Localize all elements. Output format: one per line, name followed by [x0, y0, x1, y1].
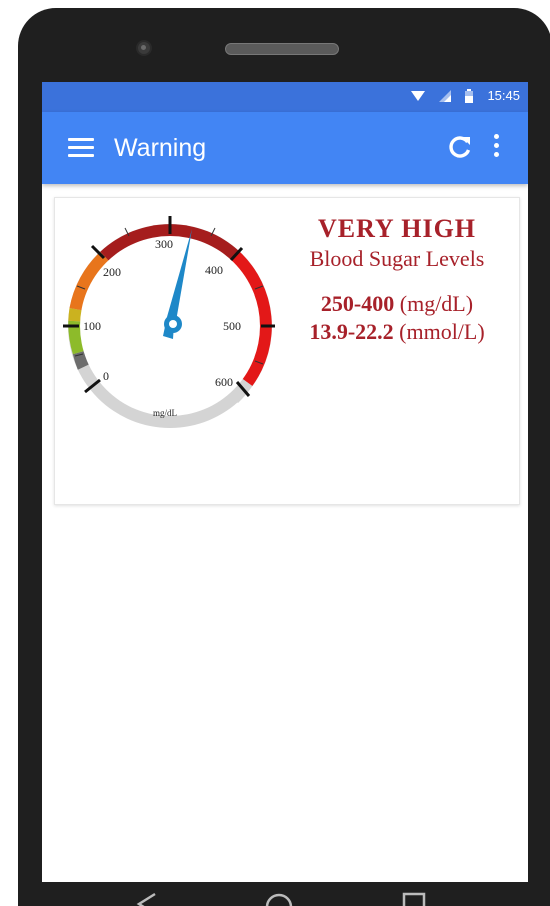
tick-label-200: 200 [103, 265, 121, 279]
tick-label-400: 400 [205, 263, 223, 277]
tick-label-600: 600 [215, 375, 233, 389]
app-bar: Warning [42, 112, 528, 184]
recents-icon[interactable] [402, 892, 426, 906]
range-mgdl-value: 250-400 [320, 291, 395, 316]
app-title: Warning [114, 134, 207, 162]
level-title: VERY HIGH [317, 214, 477, 243]
tick-label-0: 0 [103, 369, 109, 383]
navigation-bar [18, 882, 550, 906]
reading-card: 0 100 200 300 400 500 600 mg/dL VERY HIG… [54, 197, 520, 505]
range-mmol: 13.9-22.2 (mmol/L) [277, 318, 517, 346]
speaker-grille [225, 43, 339, 55]
back-icon[interactable] [136, 892, 158, 906]
tick-label-300: 300 [155, 237, 173, 251]
cell-signal-icon [439, 89, 452, 102]
range-values: 250-400 (mg/dL) 13.9-22.2 (mmol/L) [277, 290, 517, 346]
menu-icon[interactable] [68, 138, 94, 158]
range-mmol-unit: (mmol/L) [399, 319, 485, 344]
range-mgdl-unit: (mg/dL) [399, 291, 474, 316]
refresh-icon[interactable] [446, 133, 474, 161]
screen: 15:45 Warning 0 100 200 300 400 500 600 … [42, 82, 528, 882]
blood-sugar-gauge: 0 100 200 300 400 500 600 mg/dL [63, 216, 275, 428]
reading-info: VERY HIGH Blood Sugar Levels 250-400 (mg… [277, 214, 517, 346]
status-icons: 15:45 [411, 88, 520, 103]
camera-icon [136, 40, 152, 56]
wifi-icon [411, 90, 426, 101]
more-options-icon[interactable] [490, 134, 502, 162]
tick-label-100: 100 [83, 319, 101, 333]
tick-label-500: 500 [223, 319, 241, 333]
status-time: 15:45 [487, 88, 520, 103]
level-description: Blood Sugar Levels [309, 246, 485, 271]
needle-hub-center [169, 320, 177, 328]
gauge-unit-label: mg/dL [153, 408, 177, 418]
battery-icon [465, 88, 474, 103]
range-mgdl: 250-400 (mg/dL) [277, 290, 517, 318]
home-icon[interactable] [264, 892, 294, 906]
status-bar: 15:45 [42, 82, 528, 112]
range-mmol-value: 13.9-22.2 [309, 319, 394, 344]
